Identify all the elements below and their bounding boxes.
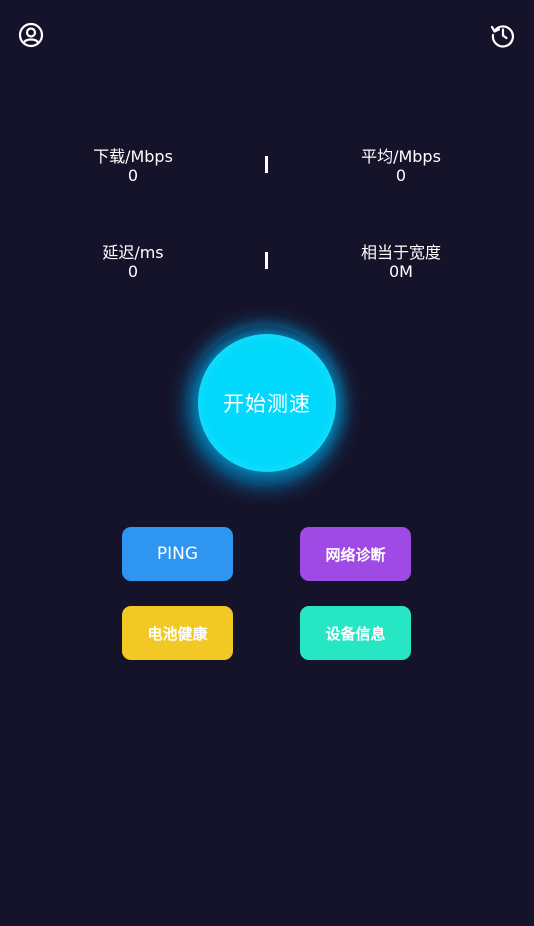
bandwidth-value: 0M [389,262,413,281]
latency-label: 延迟/ms [102,243,164,262]
ping-button-shadow [134,577,221,591]
device-button-shadow [312,656,399,670]
start-test-button[interactable]: 开始测速 [198,334,336,472]
average-label: 平均/Mbps [361,147,441,166]
stat-divider-top [265,156,268,173]
battery-health-button[interactable]: 电池健康 [122,606,233,670]
download-label: 下载/Mbps [93,147,173,166]
diagnosis-button-shadow [312,577,399,591]
download-stat: 下载/Mbps 0 [63,147,203,185]
history-icon[interactable] [490,22,516,48]
speed-test-screen: 下载/Mbps 0 平均/Mbps 0 延迟/ms 0 相当于宽度 0M 开始测… [0,0,534,926]
latency-value: 0 [127,262,139,281]
stat-divider-bottom [265,252,268,269]
device-info-button[interactable]: 设备信息 [300,606,411,670]
latency-stat: 延迟/ms 0 [63,243,203,281]
average-value: 0 [395,166,407,185]
download-value: 0 [127,166,139,185]
user-circle-icon[interactable] [18,22,44,48]
network-diagnosis-button[interactable]: 网络诊断 [300,527,411,591]
diagnosis-button-label: 网络诊断 [325,545,386,564]
bandwidth-label: 相当于宽度 [360,243,441,262]
battery-button-shadow [134,656,221,670]
battery-button-label: 电池健康 [147,624,208,643]
ping-button[interactable]: PING [122,527,233,591]
ping-button-label: PING [156,544,199,564]
bandwidth-stat: 相当于宽度 0M [331,243,471,281]
start-button-wrapper: 开始测速 [188,326,344,488]
average-stat: 平均/Mbps 0 [331,147,471,185]
device-button-label: 设备信息 [325,624,386,643]
